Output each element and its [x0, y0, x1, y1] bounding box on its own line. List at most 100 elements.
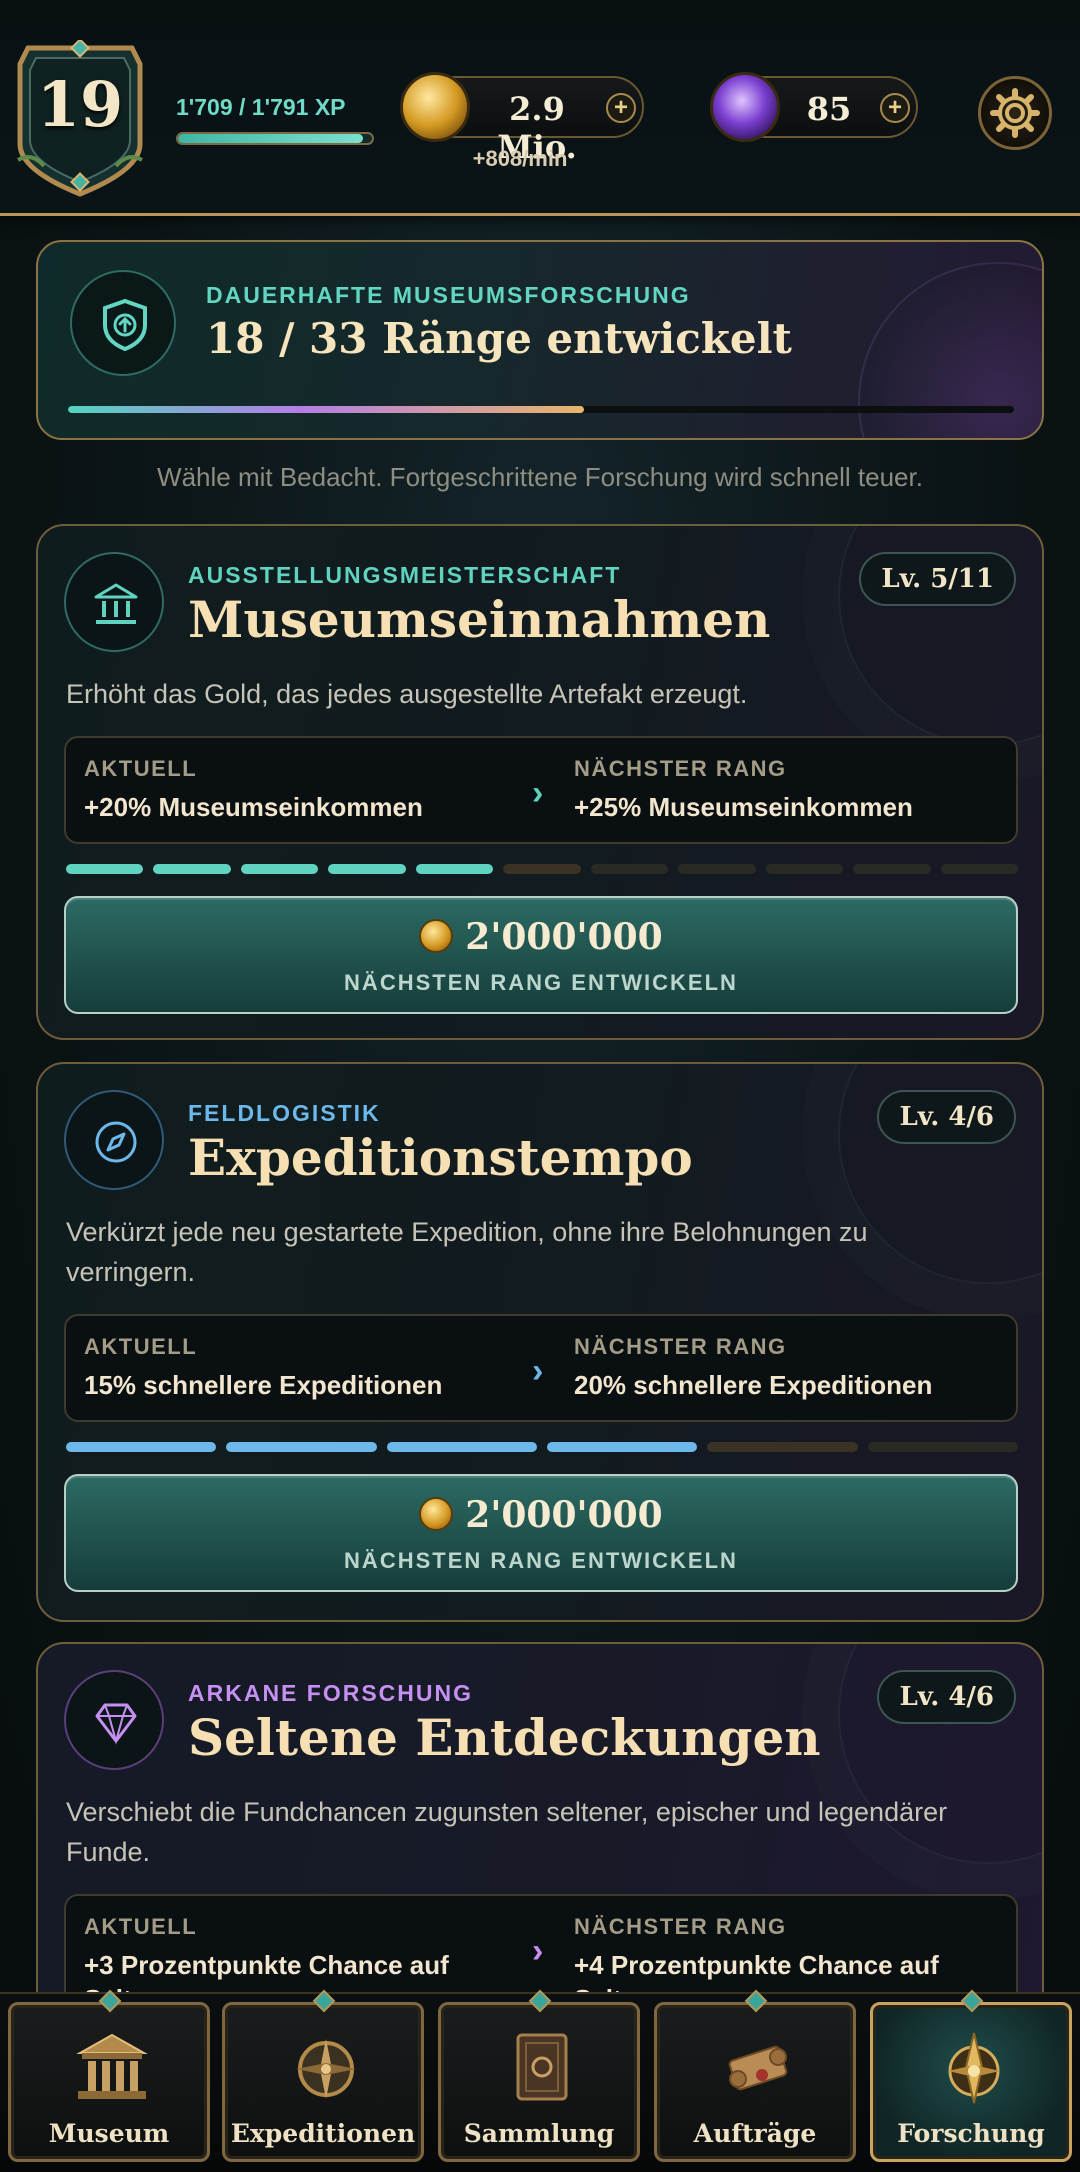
gem-crystal-icon — [95, 1703, 137, 1745]
upgrade-cost: 2'000'000 — [66, 916, 1016, 958]
card-kicker: ARKANE FORSCHUNG — [188, 1680, 473, 1706]
summary-shield-badge — [70, 270, 176, 376]
rank-pip-empty — [765, 864, 844, 874]
research-summary-card: DAUERHAFTE MUSEUMSFORSCHUNG 18 / 33 Räng… — [36, 240, 1044, 440]
rank-pip-filled — [66, 1442, 217, 1452]
gold-coin-icon — [419, 1497, 454, 1531]
gem-amount: 85 — [806, 90, 852, 128]
nav-gem-ornament — [528, 1989, 552, 2013]
next-label: NÄCHSTER RANG — [574, 1914, 787, 1939]
rank-pip-empty — [867, 1442, 1018, 1452]
rank-pip-filled — [66, 864, 144, 874]
rank-pip-empty — [590, 864, 669, 874]
top-bar: 19 1'709 / 1'791 XP 2.9 Mio. + +808/min … — [0, 0, 1080, 216]
nav-gem-ornament — [98, 1989, 122, 2013]
nav-tab-museum[interactable]: Museum — [8, 1989, 210, 2162]
gear-icon — [990, 88, 1040, 138]
card-kicker: FELDLOGISTIK — [188, 1100, 381, 1126]
nav-label: Aufträge — [693, 2119, 817, 2148]
player-level-badge[interactable]: 19 — [14, 40, 146, 198]
gold-coin-icon — [400, 72, 470, 142]
level-badge: Lv. 5/11 — [859, 552, 1016, 606]
stat-comparison: AKTUELL +20% Museumseinkommen › NÄCHSTER… — [64, 736, 1018, 844]
add-gems-button[interactable]: + — [880, 93, 910, 123]
compass-icon — [95, 1121, 137, 1163]
nav-label: Museum — [48, 2119, 170, 2148]
card-icon-badge — [64, 552, 164, 652]
nav-label: Forschung — [897, 2119, 1045, 2148]
summary-progress-fill — [68, 406, 584, 413]
rank-pip-filled — [546, 1442, 698, 1452]
nav-label: Expeditionen — [230, 2119, 416, 2148]
rank-pip-filled — [153, 864, 231, 874]
rank-pips — [66, 864, 1018, 874]
current-label: AKTUELL — [84, 1334, 198, 1359]
nav-gem-ornament — [312, 1989, 336, 2013]
upgrade-cost-value: 2'000'000 — [465, 1494, 663, 1536]
upgrade-cost-value: 2'000'000 — [465, 916, 663, 958]
compass-icon — [296, 2039, 356, 2099]
chevron-right-icon: › — [532, 1932, 544, 1970]
current-label: AKTUELL — [84, 756, 198, 781]
level-badge: Lv. 4/6 — [877, 1670, 1016, 1724]
upgrade-button[interactable]: 2'000'000 NÄCHSTEN RANG ENTWICKELN — [64, 896, 1018, 1014]
rank-pip-filled — [415, 864, 494, 874]
next-value: 20% schnellere Expeditionen — [574, 1370, 933, 1400]
xp-progress-bar — [176, 132, 374, 145]
nav-tab-orders[interactable]: Aufträge — [654, 1989, 856, 2162]
summary-progress-bar — [68, 406, 1014, 413]
current-value: 15% schnellere Expeditionen — [84, 1370, 443, 1400]
hint-text: Wähle mit Bedacht. Fortgeschrittene Fors… — [157, 462, 923, 492]
purple-gem-icon — [710, 72, 780, 142]
gem-currency[interactable]: 85 + — [710, 72, 918, 142]
shield-upgrade-icon — [103, 299, 147, 351]
card-description: Verschiebt die Fundchancen zugunsten sel… — [66, 1797, 948, 1867]
card-title: Museumseinnahmen — [188, 590, 771, 649]
nav-gem-ornament — [744, 1989, 768, 2013]
rank-pip-filled — [240, 864, 319, 874]
current-label: AKTUELL — [84, 1914, 198, 1939]
rank-pip-empty — [678, 864, 756, 874]
chevron-right-icon: › — [532, 774, 544, 812]
nav-tab-collection[interactable]: Sammlung — [438, 1989, 640, 2162]
gold-coin-icon — [419, 919, 454, 953]
upgrade-label: NÄCHSTEN RANG ENTWICKELN — [344, 1548, 738, 1573]
research-card-expedition-speed: FELDLOGISTIK Expeditionstempo Lv. 4/6 Ve… — [36, 1062, 1044, 1622]
stat-comparison: AKTUELL 15% schnellere Expeditionen › NÄ… — [64, 1314, 1018, 1422]
rank-pip-filled — [328, 864, 406, 874]
museum-icon — [76, 2033, 148, 2099]
nav-gem-ornament — [960, 1989, 984, 2013]
upgrade-cost: 2'000'000 — [66, 1494, 1016, 1536]
scroll-icon — [728, 2045, 788, 2091]
bottom-navigation: Museum Expeditionen Sammlung Aufträge Fo… — [0, 1989, 1080, 2172]
xp-progress-fill — [178, 134, 364, 143]
nav-tab-expeditions[interactable]: Expeditionen — [222, 1989, 424, 2162]
decorative-glow — [858, 262, 1042, 438]
research-card-museum-income: AUSSTELLUNGSMEISTERSCHAFT Museumseinnahm… — [36, 524, 1044, 1040]
rank-pip-empty — [707, 1442, 858, 1452]
next-label: NÄCHSTER RANG — [574, 756, 787, 781]
card-icon-badge — [64, 1090, 164, 1190]
chevron-right-icon: › — [532, 1352, 544, 1390]
gold-currency[interactable]: 2.9 Mio. + — [400, 72, 644, 166]
card-kicker: AUSSTELLUNGSMEISTERSCHAFT — [188, 562, 622, 588]
next-value: +25% Museumseinkommen — [574, 792, 913, 822]
nav-tab-research[interactable]: Forschung — [870, 1989, 1072, 2162]
rank-pip-filled — [226, 1442, 377, 1452]
book-icon — [516, 2033, 568, 2101]
card-icon-badge — [64, 1670, 164, 1770]
upgrade-label: NÄCHSTEN RANG ENTWICKELN — [344, 970, 738, 995]
settings-button[interactable] — [978, 76, 1052, 150]
add-gold-button[interactable]: + — [606, 93, 636, 123]
next-label: NÄCHSTER RANG — [574, 1334, 787, 1359]
upgrade-button[interactable]: 2'000'000 NÄCHSTEN RANG ENTWICKELN — [64, 1474, 1018, 1592]
gold-rate: +808/min — [472, 146, 568, 171]
card-title: Seltene Entdeckungen — [188, 1708, 821, 1767]
card-description: Verkürzt jede neu gestartete Expedition,… — [66, 1217, 868, 1287]
rank-pip-empty — [940, 864, 1018, 874]
rank-pip-empty — [503, 864, 581, 874]
card-description: Erhöht das Gold, das jedes ausgestellte … — [66, 679, 748, 709]
summary-title: 18 / 33 Ränge entwickelt — [206, 314, 792, 363]
player-level: 19 — [36, 68, 124, 141]
rank-pip-empty — [853, 864, 931, 874]
